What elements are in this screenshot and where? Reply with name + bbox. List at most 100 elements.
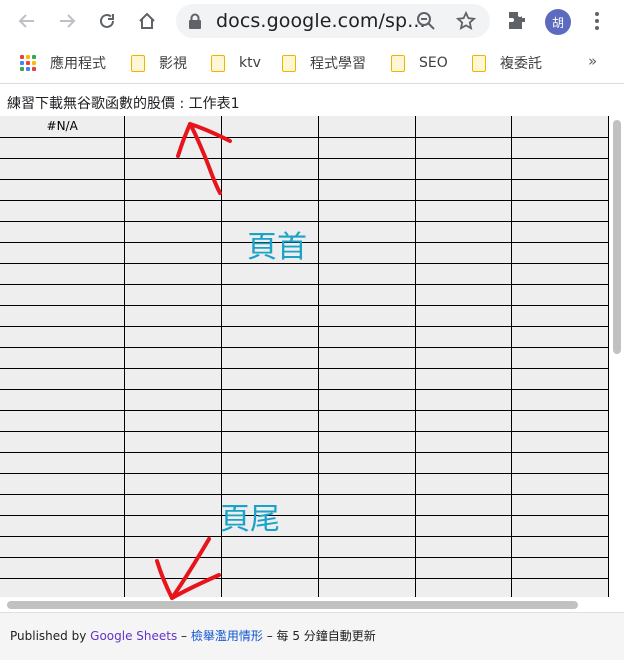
table-cell[interactable] bbox=[221, 158, 319, 180]
table-cell[interactable] bbox=[318, 557, 416, 579]
table-cell[interactable] bbox=[0, 557, 126, 579]
bookmark-folder[interactable]: 影視 bbox=[131, 52, 187, 74]
table-cell[interactable] bbox=[511, 221, 609, 243]
table-cell[interactable] bbox=[511, 116, 609, 138]
table-cell[interactable] bbox=[124, 515, 223, 537]
table-cell[interactable] bbox=[511, 389, 609, 411]
table-cell[interactable] bbox=[124, 158, 223, 180]
table-cell[interactable] bbox=[124, 200, 223, 222]
table-cell[interactable] bbox=[415, 452, 513, 474]
table-cell[interactable] bbox=[318, 284, 416, 306]
back-button[interactable] bbox=[13, 7, 41, 35]
table-cell[interactable] bbox=[0, 305, 126, 327]
table-cell[interactable] bbox=[415, 179, 513, 201]
table-cell[interactable] bbox=[415, 242, 513, 264]
profile-avatar[interactable]: 胡 bbox=[545, 9, 571, 35]
table-cell[interactable] bbox=[124, 410, 223, 432]
table-cell[interactable] bbox=[0, 158, 126, 180]
table-cell[interactable] bbox=[221, 305, 319, 327]
table-cell[interactable] bbox=[221, 347, 319, 369]
table-cell[interactable] bbox=[221, 473, 319, 495]
table-cell[interactable] bbox=[318, 431, 416, 453]
table-cell[interactable] bbox=[415, 305, 513, 327]
bookmark-folder[interactable]: 複委託 bbox=[472, 52, 542, 74]
table-cell[interactable] bbox=[415, 347, 513, 369]
table-cell[interactable] bbox=[318, 179, 416, 201]
table-cell[interactable] bbox=[415, 116, 513, 138]
table-cell[interactable] bbox=[221, 578, 319, 597]
table-cell[interactable] bbox=[318, 221, 416, 243]
bookmark-star-icon[interactable] bbox=[456, 11, 476, 31]
table-cell[interactable] bbox=[221, 431, 319, 453]
table-cell[interactable] bbox=[415, 557, 513, 579]
table-cell[interactable] bbox=[415, 473, 513, 495]
table-cell[interactable] bbox=[511, 578, 609, 597]
table-cell[interactable] bbox=[0, 263, 126, 285]
table-cell[interactable] bbox=[0, 200, 126, 222]
table-cell[interactable] bbox=[318, 473, 416, 495]
forward-button[interactable] bbox=[53, 7, 81, 35]
table-cell[interactable] bbox=[0, 452, 126, 474]
extensions-icon[interactable] bbox=[505, 9, 529, 33]
table-cell[interactable] bbox=[124, 284, 223, 306]
bookmark-folder[interactable]: 程式學習 bbox=[282, 52, 366, 74]
table-cell[interactable] bbox=[318, 326, 416, 348]
horizontal-scrollbar[interactable] bbox=[0, 597, 609, 612]
table-cell[interactable] bbox=[511, 137, 609, 159]
table-cell[interactable] bbox=[124, 536, 223, 558]
table-cell[interactable] bbox=[511, 284, 609, 306]
table-cell[interactable] bbox=[124, 326, 223, 348]
vertical-scrollbar[interactable] bbox=[609, 116, 624, 597]
table-cell[interactable] bbox=[415, 536, 513, 558]
table-cell[interactable] bbox=[0, 284, 126, 306]
table-cell[interactable] bbox=[0, 221, 126, 243]
table-cell[interactable] bbox=[511, 263, 609, 285]
table-cell[interactable] bbox=[511, 368, 609, 390]
table-cell[interactable] bbox=[221, 389, 319, 411]
table-cell[interactable] bbox=[415, 158, 513, 180]
table-cell[interactable] bbox=[0, 410, 126, 432]
table-cell[interactable] bbox=[0, 347, 126, 369]
table-cell[interactable] bbox=[415, 389, 513, 411]
table-cell[interactable] bbox=[511, 347, 609, 369]
table-cell[interactable] bbox=[318, 158, 416, 180]
table-cell[interactable] bbox=[0, 431, 126, 453]
table-cell[interactable] bbox=[124, 263, 223, 285]
table-cell[interactable] bbox=[124, 221, 223, 243]
table-cell[interactable] bbox=[511, 494, 609, 516]
table-cell[interactable] bbox=[318, 578, 416, 597]
bookmark-folder[interactable]: ktv bbox=[211, 52, 261, 74]
table-cell[interactable] bbox=[415, 368, 513, 390]
table-cell[interactable] bbox=[415, 326, 513, 348]
table-cell[interactable] bbox=[221, 368, 319, 390]
horizontal-scroll-thumb[interactable] bbox=[7, 601, 578, 609]
more-menu-icon[interactable] bbox=[590, 9, 604, 33]
table-cell[interactable]: #N/A bbox=[0, 116, 126, 138]
table-cell[interactable] bbox=[318, 515, 416, 537]
table-cell[interactable] bbox=[318, 200, 416, 222]
bookmarks-overflow-button[interactable]: » bbox=[588, 52, 597, 70]
table-cell[interactable] bbox=[318, 137, 416, 159]
table-cell[interactable] bbox=[221, 557, 319, 579]
table-cell[interactable] bbox=[221, 200, 319, 222]
table-cell[interactable] bbox=[318, 242, 416, 264]
table-cell[interactable] bbox=[124, 494, 223, 516]
table-cell[interactable] bbox=[124, 431, 223, 453]
table-cell[interactable] bbox=[124, 116, 223, 138]
google-sheets-link[interactable]: Google Sheets bbox=[90, 629, 177, 643]
table-cell[interactable] bbox=[0, 494, 126, 516]
home-button[interactable] bbox=[133, 7, 161, 35]
table-cell[interactable] bbox=[511, 536, 609, 558]
table-cell[interactable] bbox=[415, 200, 513, 222]
reload-button[interactable] bbox=[93, 7, 121, 35]
table-cell[interactable] bbox=[0, 242, 126, 264]
table-cell[interactable] bbox=[124, 473, 223, 495]
table-cell[interactable] bbox=[124, 179, 223, 201]
table-cell[interactable] bbox=[221, 263, 319, 285]
table-cell[interactable] bbox=[221, 536, 319, 558]
vertical-scroll-thumb[interactable] bbox=[613, 120, 621, 354]
table-cell[interactable] bbox=[415, 515, 513, 537]
bookmark-folder[interactable]: SEO bbox=[391, 52, 448, 74]
spreadsheet-grid[interactable]: #N/A bbox=[0, 116, 609, 597]
address-bar[interactable]: docs.google.com/sp... bbox=[176, 4, 490, 38]
